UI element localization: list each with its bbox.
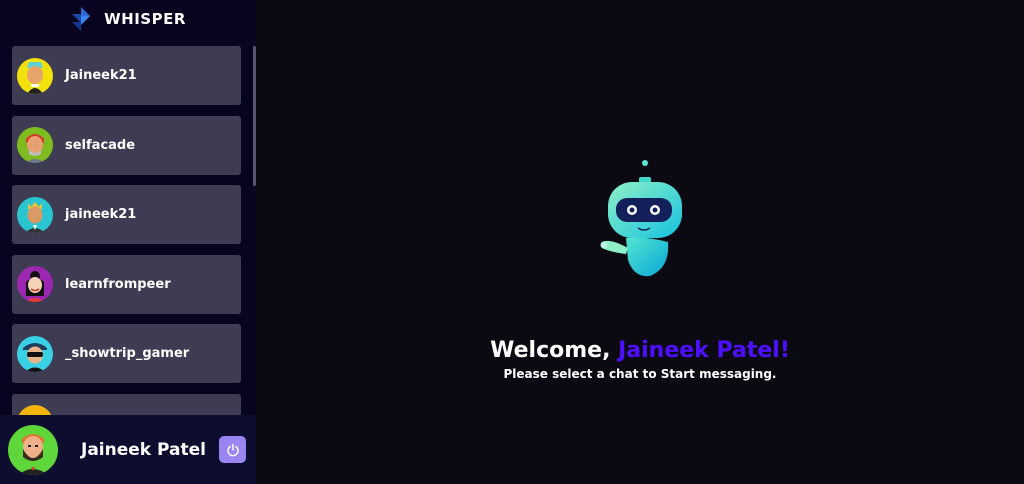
brand-title: WHISPER [104, 10, 186, 28]
robot-illustration [600, 160, 682, 277]
contact-name: Jaineek21 [65, 68, 137, 83]
avatar-cyan-sunglasses [17, 335, 53, 372]
welcome-username: Jaineek Patel! [618, 338, 790, 363]
welcome-panel: Welcome, Jaineek Patel! Please select a … [256, 0, 1024, 484]
welcome-subtitle: Please select a chat to Start messaging. [503, 367, 777, 381]
contact-list[interactable]: Jaineek21 selfacade jaineek21 learnfromp… [0, 38, 256, 415]
contact-name: learnfrompeer [65, 276, 171, 292]
contact-item[interactable]: learnfrompeer [12, 254, 241, 314]
logout-button[interactable] [219, 436, 246, 463]
chat-app: WHISPER Jaineek21 selfacade jaineek21 le… [0, 0, 1024, 484]
avatar-green-redhead [17, 127, 53, 164]
whisper-logo-icon [72, 7, 91, 31]
contact-name: selfacade [65, 137, 136, 153]
current-user-bar: Jaineek Patel [0, 415, 256, 484]
avatar-teal-crown [17, 196, 53, 233]
contact-item[interactable]: Jaineek21 [12, 46, 241, 105]
avatar-yellow-punk [17, 57, 53, 94]
contact-item[interactable]: selfacade [12, 115, 241, 175]
welcome-greeting: Welcome, [490, 338, 619, 363]
contact-name: jaineek21 [65, 207, 137, 223]
welcome-heading: Welcome, Jaineek Patel! [256, 338, 1024, 363]
avatar-green-bearded[interactable] [8, 424, 58, 475]
contact-item[interactable]: jaineek21 [12, 185, 241, 245]
brand-header: WHISPER [0, 0, 256, 38]
contact-item[interactable]: _showtrip_gamer [12, 324, 241, 384]
sidebar: WHISPER Jaineek21 selfacade jaineek21 le… [0, 0, 256, 484]
avatar-orange [17, 405, 53, 415]
avatar-purple-girl [17, 266, 53, 303]
current-user-name: Jaineek Patel [81, 439, 206, 460]
contact-item[interactable] [12, 393, 241, 415]
contact-name: _showtrip_gamer [65, 346, 190, 362]
power-icon [226, 443, 239, 456]
